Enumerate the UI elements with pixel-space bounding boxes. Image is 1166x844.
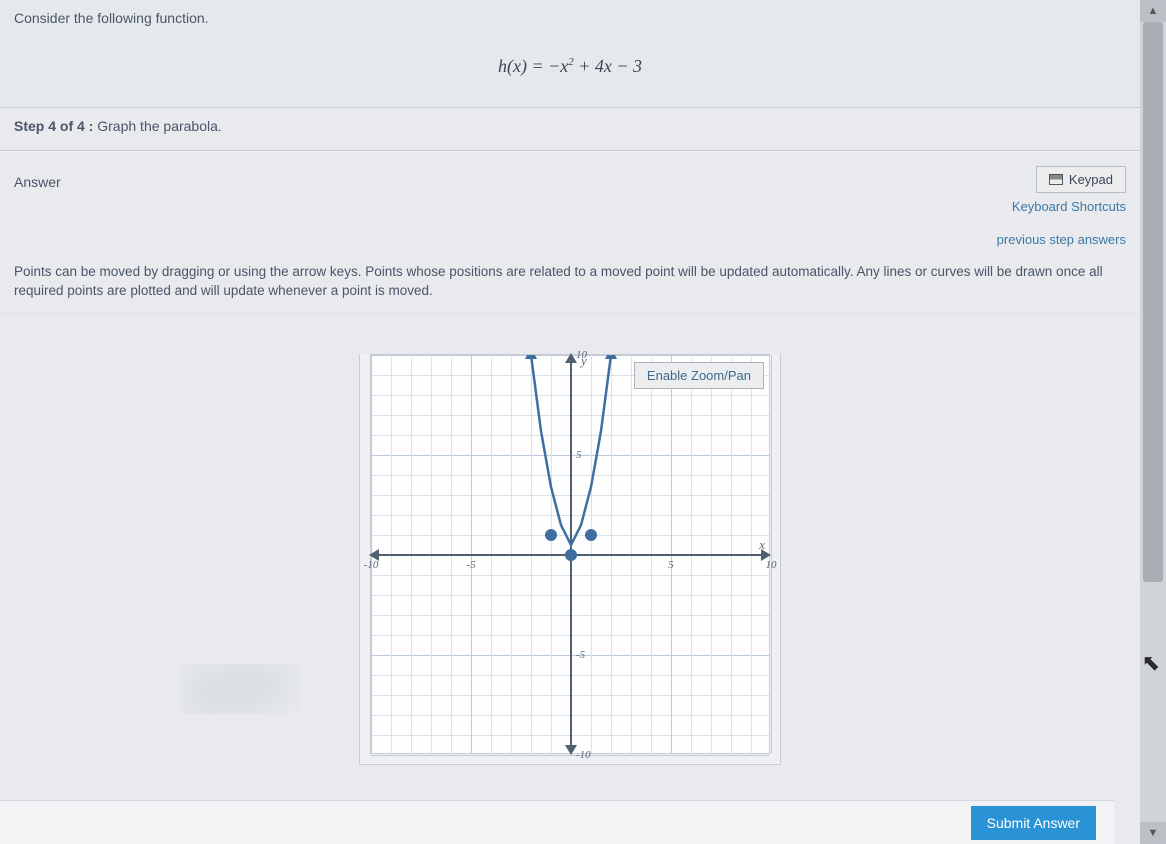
plot-container: Enable Zoom/Pan y x -10-5510-10-5510 [359, 354, 781, 765]
cursor-icon: ⬉ [1142, 650, 1160, 676]
x-tick-label: 5 [668, 559, 674, 571]
keyboard-icon [1049, 174, 1063, 185]
scrollbar-track[interactable] [1140, 22, 1166, 822]
question-prompt-section: Consider the following function. h(x) = … [0, 0, 1140, 108]
x-tick-label: -10 [364, 559, 379, 571]
keyboard-shortcuts-link[interactable]: Keyboard Shortcuts [1012, 199, 1126, 214]
y-axis [570, 355, 572, 753]
keypad-button[interactable]: Keypad [1036, 166, 1126, 193]
right-button-stack: Keypad Keyboard Shortcuts [1012, 166, 1126, 214]
enable-zoom-pan-button[interactable]: Enable Zoom/Pan [634, 362, 764, 389]
y-tick-label: -10 [576, 749, 591, 761]
scrollbar-thumb[interactable] [1143, 22, 1163, 582]
grid-line [371, 755, 769, 756]
y-tick-label: 5 [576, 449, 582, 461]
scroll-up-icon[interactable]: ▲ [1140, 0, 1166, 22]
x-tick-label: 10 [766, 559, 777, 571]
answer-label: Answer [14, 166, 61, 214]
instructions-text: Points can be moved by dragging or using… [0, 255, 1140, 314]
coordinate-plane[interactable]: y x -10-5510-10-5510 [370, 354, 770, 754]
x-axis-label: x [759, 537, 765, 553]
step-row: Step 4 of 4 : Graph the parabola. [0, 108, 1140, 151]
step-text: Graph the parabola. [97, 118, 222, 134]
grid-line [771, 355, 772, 753]
y-tick-label: -5 [576, 649, 585, 661]
question-prompt: Consider the following function. [14, 10, 1126, 26]
previous-step-answers-link[interactable]: previous step answers [0, 214, 1140, 255]
keypad-button-label: Keypad [1069, 172, 1113, 187]
vertical-scrollbar[interactable]: ▲ ▼ [1140, 0, 1166, 844]
smudge [180, 664, 300, 714]
question-equation: h(x) = −x2 + 4x − 3 [14, 26, 1126, 97]
scroll-down-icon[interactable]: ▼ [1140, 822, 1166, 844]
submit-answer-button[interactable]: Submit Answer [971, 806, 1096, 840]
page: Consider the following function. h(x) = … [0, 0, 1140, 844]
y-tick-label: 10 [576, 349, 587, 361]
step-label: Step 4 of 4 : [14, 118, 93, 134]
answer-header: Answer Keypad Keyboard Shortcuts [0, 151, 1140, 214]
footer: Submit Answer [0, 800, 1114, 844]
x-tick-label: -5 [466, 559, 475, 571]
